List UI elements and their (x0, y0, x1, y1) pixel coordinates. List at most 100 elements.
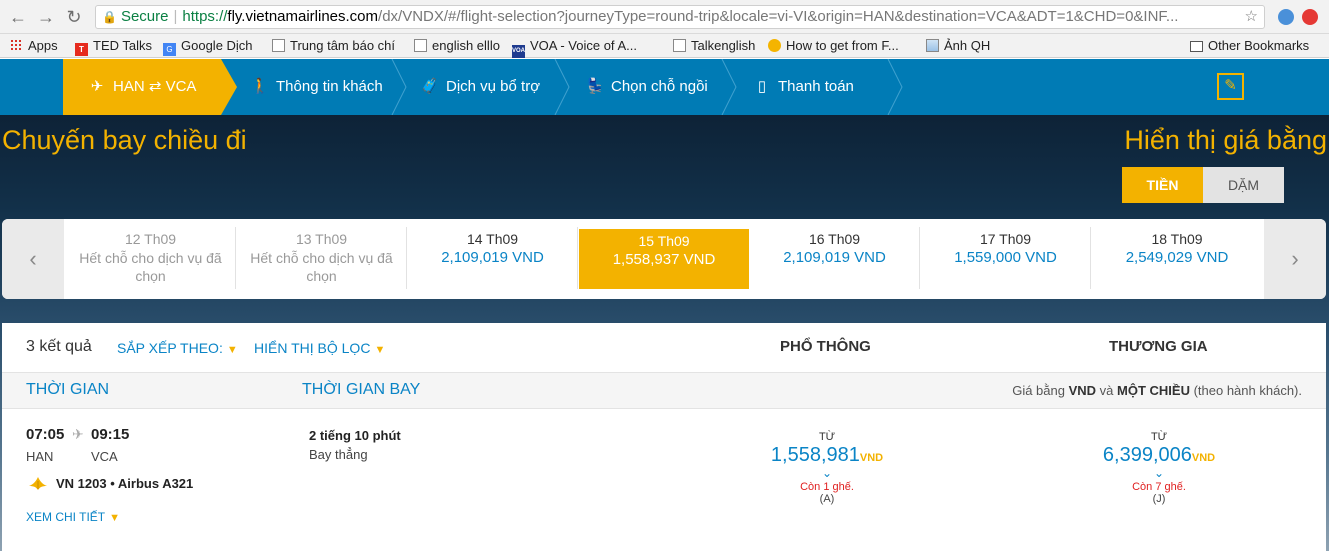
date-carousel: ‹ 12 Th09 Hết chỗ cho dịch vụ đã chọn 13… (2, 219, 1326, 299)
address-bar[interactable]: 🔒 Secure | https://fly.vietnamairlines.com/… (95, 5, 1265, 29)
sort-label: SẮP XẾP THEO: (117, 340, 223, 356)
economy-seats-left: Còn 1 ghế. (800, 481, 854, 493)
reload-icon[interactable]: ↻ (64, 7, 84, 27)
url-host: fly.vietnamairlines.com (227, 8, 379, 25)
bookmark-apps[interactable]: Apps (10, 37, 58, 55)
business-fare-class: (J) (1152, 493, 1166, 505)
economy-fare-amount: 1,558,981VND (762, 444, 892, 467)
bookmark-talkenglish[interactable]: Talkenglish (673, 37, 755, 55)
secure-label: Secure (120, 8, 169, 25)
bookmark-apps-label: Apps (28, 38, 58, 53)
date-option[interactable]: 17 Th09 1,559,000 VND (921, 227, 1091, 289)
miles-toggle-button[interactable]: DẶM (1203, 167, 1284, 203)
bookmark-press[interactable]: Trung tâm báo chí (272, 37, 395, 55)
time-column-header: THỜI GIAN (26, 381, 110, 398)
bookmark-other[interactable]: Other Bookmarks (1190, 37, 1309, 55)
fare-from-label: TỪ (1150, 431, 1168, 443)
back-icon[interactable]: ← (8, 7, 28, 27)
business-column-header: THƯƠNG GIA (1109, 338, 1208, 355)
date-option-selected[interactable]: 15 Th09 1,558,937 VND (579, 229, 749, 289)
step-seats-label: Chọn chỗ ngồi (611, 78, 708, 95)
bookmark-howto-label: How to get from F... (786, 38, 899, 53)
economy-column-header: PHỔ THÔNG (780, 338, 871, 355)
bookmark-ted-label: TED Talks (93, 38, 152, 53)
date-option[interactable]: 13 Th09 Hết chỗ cho dịch vụ đã chọn (237, 227, 407, 289)
economy-fare-currency: VND (859, 452, 884, 464)
price-display-title: Hiển thị giá bằng (1124, 125, 1327, 155)
results-subheader: THỜI GIAN THỜI GIAN BAY Giá bằng VND và … (2, 373, 1326, 409)
bookmark-ted[interactable]: T TED Talks (75, 37, 152, 56)
bookmark-qh[interactable]: Ảnh QH (926, 37, 990, 55)
step-seats[interactable]: 💺 Chọn chỗ ngồi (585, 59, 708, 115)
departure-time: 07:05 (26, 426, 65, 443)
filter-button[interactable]: HIỂN THỊ BỘ LỌC ▼ (254, 340, 385, 356)
step-passengers[interactable]: 🚶 Thông tin khách (250, 59, 383, 115)
arrival-airport: VCA (91, 449, 118, 464)
previous-dates-button[interactable]: ‹ (2, 219, 64, 299)
date-label: 17 Th09 (979, 231, 1032, 247)
bookmark-voa-label: VOA - Voice of A... (530, 38, 637, 53)
edit-search-button[interactable]: ✎ (1217, 73, 1244, 100)
bookmark-google-translate[interactable]: G Google Dịch (163, 37, 253, 56)
seat-icon: 💺 (585, 78, 605, 95)
booking-steps: ✈ HAN ⇄ VCA 🚶 Thông tin khách 🧳 Dịch vụ bổ … (0, 59, 1329, 116)
step-services[interactable]: 🧳 Dịch vụ bổ trợ (420, 59, 540, 115)
bookmark-elllo[interactable]: english elllo (414, 37, 500, 55)
sort-button[interactable]: SẮP XẾP THEO: ▼ (117, 340, 238, 356)
step-passengers-label: Thông tin khách (276, 78, 383, 95)
vietnam-airlines-logo-icon (26, 475, 50, 491)
step-separator (553, 59, 571, 116)
forward-icon[interactable]: → (36, 7, 56, 27)
duration-column-header: THỜI GIAN BAY (302, 381, 421, 398)
airplane-icon: ✈ (72, 426, 84, 442)
economy-fare-button[interactable]: TỪ 1,558,981VND ⌄ Còn 1 ghế. (A) (762, 431, 892, 505)
voa-icon: VOA (512, 45, 525, 58)
extension-upload-icon[interactable] (1302, 9, 1318, 25)
date-label: 12 Th09 (124, 231, 177, 247)
business-fare-button[interactable]: TỪ 6,399,006VND ⌄ Còn 7 ghế. (J) (1094, 431, 1224, 505)
step-route[interactable]: ✈ HAN ⇄ VCA (63, 59, 237, 115)
next-dates-button[interactable]: › (1264, 219, 1326, 299)
price-note-oneway: MỘT CHIỀU (1117, 383, 1190, 398)
date-soldout-text: Hết chỗ cho dịch vụ đã chọn (250, 250, 393, 284)
date-option[interactable]: 16 Th09 2,109,019 VND (750, 227, 920, 289)
step-services-label: Dịch vụ bổ trợ (446, 78, 541, 95)
view-details-label: XEM CHI TIẾT (26, 510, 106, 524)
funnel-icon: ▼ (374, 344, 386, 356)
results-panel: 3 kết quả SẮP XẾP THEO: ▼ HIỂN THỊ BỘ LỌC… (2, 323, 1326, 551)
date-label: 18 Th09 (1151, 231, 1203, 247)
apps-grid-icon (10, 39, 23, 52)
walking-person-icon: 🚶 (250, 78, 270, 95)
step-route-label: HAN ⇄ VCA (113, 78, 197, 95)
folder-icon (1190, 41, 1203, 52)
step-payment[interactable]: ▯ Thanh toán (752, 59, 854, 115)
ted-icon: T (75, 43, 88, 56)
fare-from-label: TỪ (818, 431, 836, 443)
translate-icon: G (163, 43, 176, 56)
page-title: Chuyến bay chiều đi (2, 125, 247, 155)
step-separator (886, 59, 904, 116)
bookmark-howto[interactable]: How to get from F... (768, 37, 899, 55)
date-option[interactable]: 18 Th09 2,549,029 VND (1092, 227, 1262, 289)
business-fare-value: 6,399,006 (1102, 444, 1192, 466)
bookmark-qh-label: Ảnh QH (944, 38, 991, 53)
view-details-link[interactable]: XEM CHI TIẾT ▼ (26, 510, 120, 524)
date-option[interactable]: 12 Th09 Hết chỗ cho dịch vụ đã chọn (66, 227, 236, 289)
bookmark-voa[interactable]: VOA VOA - Voice of A... (512, 37, 637, 58)
economy-fare-class: (A) (819, 493, 835, 505)
arrival-time: 09:15 (91, 426, 130, 443)
results-header: 3 kết quả SẮP XẾP THEO: ▼ HIỂN THỊ BỘ LỌC… (2, 323, 1326, 373)
bookmark-star-icon[interactable]: ☆ (1245, 6, 1258, 28)
filter-label: HIỂN THỊ BỘ LỌC (254, 340, 371, 356)
step-separator (390, 59, 408, 116)
step-separator (720, 59, 738, 116)
date-option[interactable]: 14 Th09 2,109,019 VND (408, 227, 578, 289)
date-label: 14 Th09 (466, 231, 519, 247)
omnibox-divider: | (173, 8, 178, 25)
chevron-left-icon: ‹ (29, 246, 37, 271)
money-toggle-button[interactable]: TIỀN (1122, 167, 1203, 203)
date-soldout-text: Hết chỗ cho dịch vụ đã chọn (79, 250, 222, 284)
extension-shield-icon[interactable] (1278, 9, 1294, 25)
lock-icon: 🔒 (102, 10, 117, 24)
date-price: 2,109,019 VND (441, 249, 544, 266)
